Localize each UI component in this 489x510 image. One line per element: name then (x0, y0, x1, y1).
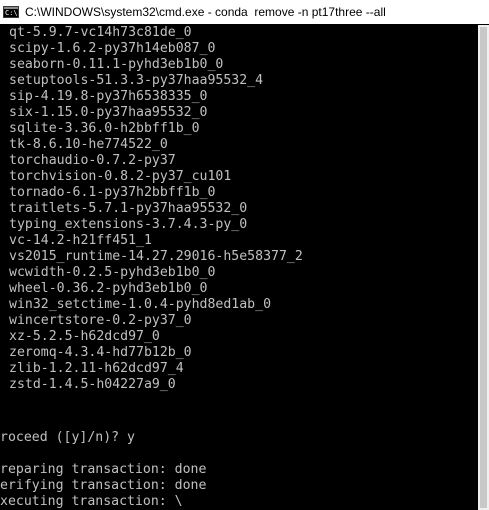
window-title: C:\WINDOWS\system32\cmd.exe - conda remo… (25, 5, 386, 19)
title-bar[interactable]: C:\ C:\WINDOWS\system32\cmd.exe - conda … (0, 0, 489, 24)
package-line: win32_setctime-1.0.4-pyhd8ed1ab_0 (9, 297, 272, 312)
status-line: xecuting transaction: \ (0, 494, 183, 509)
package-line: wcwidth-0.2.5-pyhd3eb1b0_0 (9, 265, 216, 280)
package-line: scipy-1.6.2-py37h14eb087_0 (9, 41, 216, 56)
console-output[interactable]: qt-5.9.7-vc14h73c81de_0 scipy-1.6.2-py37… (0, 25, 478, 510)
scrollbar-thumb[interactable] (480, 27, 487, 508)
package-line: zlib-1.2.11-h62dcd97_4 (9, 361, 184, 376)
proceed-prompt: roceed ([y]/n)? y (0, 430, 135, 445)
package-line: seaborn-0.11.1-pyhd3eb1b0_0 (9, 57, 224, 72)
package-line: tornado-6.1-py37h2bbff1b_0 (9, 185, 216, 200)
package-line: wincertstore-0.2-py37_0 (9, 313, 192, 328)
package-line: sip-4.19.8-py37h6538335_0 (9, 89, 208, 104)
vertical-scrollbar[interactable] (478, 25, 489, 510)
package-line: zeromq-4.3.4-hd77b12b_0 (9, 345, 192, 360)
package-line: setuptools-51.3.3-py37haa95532_4 (9, 73, 264, 88)
package-line: typing_extensions-3.7.4.3-py_0 (9, 217, 248, 232)
package-line: qt-5.9.7-vc14h73c81de_0 (9, 25, 192, 40)
package-line: traitlets-5.7.1-py37haa95532_0 (9, 201, 248, 216)
package-line: wheel-0.36.2-pyhd3eb1b0_0 (9, 281, 208, 296)
package-line: tk-8.6.10-he774522_0 (9, 137, 168, 152)
status-line: reparing transaction: done (0, 462, 207, 477)
cmd-app-icon[interactable]: C:\ (3, 6, 19, 18)
package-line: zstd-1.4.5-h04227a9_0 (9, 377, 176, 392)
package-line: torchaudio-0.7.2-py37 (9, 153, 176, 168)
package-line: xz-5.2.5-h62dcd97_0 (9, 329, 160, 344)
package-line: sqlite-3.36.0-h2bbff1b_0 (9, 121, 200, 136)
package-line: vs2015_runtime-14.27.29016-h5e58377_2 (9, 249, 303, 264)
status-line: erifying transaction: done (0, 478, 207, 493)
package-line: six-1.15.0-py37haa95532_0 (9, 105, 208, 120)
package-line: vc-14.2-h21ff451_1 (9, 233, 152, 248)
package-line: torchvision-0.8.2-py37_cu101 (9, 169, 232, 184)
